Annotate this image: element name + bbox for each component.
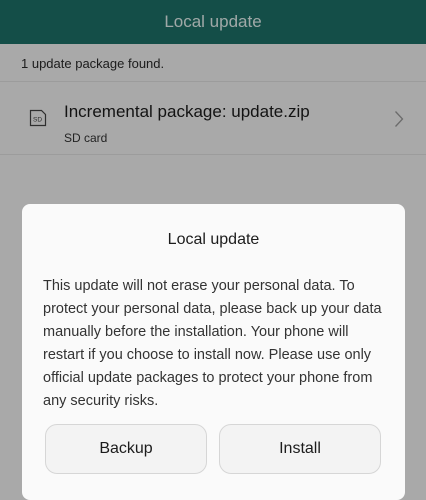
dialog-message: This update will not erase your personal… xyxy=(43,278,382,409)
local-update-dialog: Local update This update will not erase … xyxy=(22,204,405,500)
dialog-title: Local update xyxy=(167,231,260,248)
install-button[interactable]: Install xyxy=(219,424,381,474)
backup-button[interactable]: Backup xyxy=(45,424,207,474)
